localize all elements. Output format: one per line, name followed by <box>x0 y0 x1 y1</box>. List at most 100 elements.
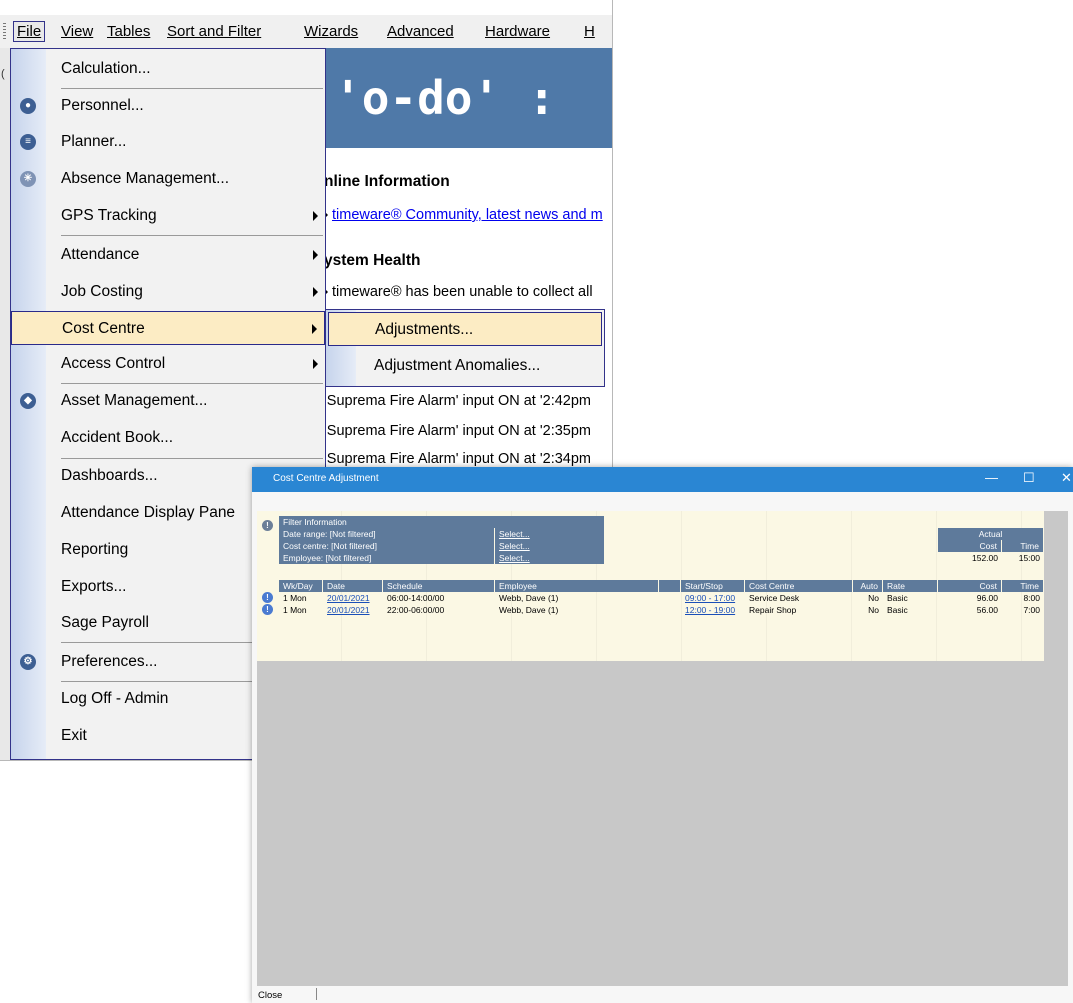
maximize-button[interactable]: ☐ <box>1023 470 1035 486</box>
column-header-employee[interactable]: Employee <box>495 580 659 592</box>
column-header-cost[interactable]: Cost <box>938 580 1002 592</box>
cost-centre-submenu: Adjustments... Adjustment Anomalies... <box>325 309 605 387</box>
cell-rate: Basic <box>887 605 908 615</box>
column-header-start-stop[interactable]: Start/Stop <box>681 580 745 592</box>
cell-employee: Webb, Dave (1) <box>499 605 559 615</box>
cell-date-link[interactable]: 20/01/2021 <box>323 592 383 604</box>
column-header-time[interactable]: Time <box>1002 580 1044 592</box>
submenu-arrow-icon <box>313 211 318 221</box>
column-header-cost-centre[interactable]: Cost Centre <box>745 580 853 592</box>
actual-cost-label: Cost <box>938 540 1002 552</box>
menu-item-attendance[interactable]: Attendance <box>11 238 325 272</box>
column-header-wkday[interactable]: Wk/Day <box>279 580 323 592</box>
menu-item-asset-management[interactable]: ◆ Asset Management... <box>11 384 325 418</box>
left-strip: ( <box>0 48 10 760</box>
filter-heading: Filter Information <box>279 516 605 528</box>
close-button[interactable]: Close <box>258 990 282 1001</box>
submenu-arrow-icon <box>313 359 318 369</box>
column-header-auto[interactable]: Auto <box>853 580 883 592</box>
menu-sort-and-filter[interactable]: Sort and Filter <box>163 21 265 42</box>
column-header-blank <box>659 580 681 592</box>
report-area: ! Filter Information Date range: [Not fi… <box>257 511 1068 986</box>
banner: 'o-do' : <box>324 48 612 148</box>
cell-cost: 56.00 <box>976 605 998 615</box>
cost-centre-adjustment-dialog: Cost Centre Adjustment — ☐ ✕ ! Filter In… <box>252 467 1073 1003</box>
person-icon: ● <box>20 98 36 114</box>
cell-cost-centre: Service Desk <box>749 593 800 603</box>
cell-cost: 96.00 <box>976 593 998 603</box>
menu-view[interactable]: View <box>57 21 97 42</box>
dialog-footer: Close <box>252 986 1073 1003</box>
cell-time: 7:00 <box>1023 605 1040 615</box>
menu-item-cost-centre[interactable]: Cost Centre <box>11 311 325 345</box>
menu-item-job-costing[interactable]: Job Costing <box>11 275 325 309</box>
absence-icon: ✳ <box>20 171 36 187</box>
left-strip-text: ( <box>1 68 5 80</box>
column-header-date[interactable]: Date <box>323 580 383 592</box>
info-icon: ! <box>262 520 273 531</box>
menu-item-gps-tracking[interactable]: GPS Tracking <box>11 199 325 233</box>
health-message: timeware® has been unable to collect all <box>324 284 612 300</box>
actual-heading: Actual <box>938 528 1044 540</box>
menu-item-accident-book[interactable]: Accident Book... <box>11 421 325 455</box>
alarm-message: 'Suprema Fire Alarm' input ON at '2:42pm <box>324 393 591 409</box>
cell-wkday: 1 Mon <box>283 605 307 615</box>
menu-wizards[interactable]: Wizards <box>300 21 362 42</box>
select-employee-link[interactable]: Select... <box>495 552 605 564</box>
row-info-icon[interactable]: ! <box>262 592 273 603</box>
banner-text: 'o-do' : <box>334 71 556 125</box>
community-link[interactable]: timeware® Community, latest news and m <box>324 207 612 223</box>
menu-hardware[interactable]: Hardware <box>481 21 554 42</box>
cell-auto: No <box>868 593 879 603</box>
asset-icon: ◆ <box>20 393 36 409</box>
cell-start-stop-link[interactable]: 09:00 - 17:00 <box>681 592 745 604</box>
cell-schedule: 22:00-06:00/00 <box>387 605 445 615</box>
cell-cost-centre: Repair Shop <box>749 605 797 615</box>
cell-auto: No <box>868 605 879 615</box>
menu-separator <box>61 235 323 236</box>
toolbar-grip[interactable] <box>3 23 6 41</box>
minimize-button[interactable]: — <box>985 470 998 485</box>
cell-start-stop-link[interactable]: 12:00 - 19:00 <box>681 604 745 616</box>
cell-date-link[interactable]: 20/01/2021 <box>323 604 383 616</box>
cell-employee: Webb, Dave (1) <box>499 593 559 603</box>
filter-employee: Employee: [Not filtered] <box>279 552 495 564</box>
menu-advanced[interactable]: Advanced <box>383 21 458 42</box>
submenu-arrow-icon <box>313 250 318 260</box>
submenu-item-adjustments[interactable]: Adjustments... <box>328 312 602 346</box>
menu-item-personnel[interactable]: ● Personnel... <box>11 89 325 123</box>
select-cost-centre-link[interactable]: Select... <box>495 540 605 552</box>
gear-icon: ⚙ <box>20 654 36 670</box>
menu-tables[interactable]: Tables <box>103 21 154 42</box>
dialog-title: Cost Centre Adjustment <box>273 473 379 484</box>
report-sheet: ! Filter Information Date range: [Not fi… <box>257 511 1044 661</box>
system-health-heading: ystem Health <box>324 252 421 269</box>
menu-file[interactable]: File <box>13 21 46 42</box>
submenu-arrow-icon <box>312 324 317 334</box>
cell-schedule: 06:00-14:00/00 <box>387 593 445 603</box>
dialog-titlebar[interactable]: Cost Centre Adjustment — ☐ ✕ <box>252 467 1073 492</box>
column-header-rate[interactable]: Rate <box>883 580 938 592</box>
alarm-message: 'Suprema Fire Alarm' input ON at '2:34pm <box>324 451 591 467</box>
menu-item-planner[interactable]: ≡ Planner... <box>11 125 325 159</box>
filter-cost-centre: Cost centre: [Not filtered] <box>279 540 495 552</box>
menu-bar: File View Tables Sort and Filter Wizards… <box>0 15 612 49</box>
select-date-range-link[interactable]: Select... <box>495 528 605 540</box>
menu-item-calculation[interactable]: Calculation... <box>11 52 325 86</box>
planner-icon: ≡ <box>20 134 36 150</box>
cell-wkday: 1 Mon <box>283 593 307 603</box>
menu-item-absence-management[interactable]: ✳ Absence Management... <box>11 162 325 196</box>
menu-item-access-control[interactable]: Access Control <box>11 347 325 381</box>
actual-time-value: 15:00 <box>1018 553 1040 563</box>
close-window-button[interactable]: ✕ <box>1061 470 1072 486</box>
online-information-heading: nline Information <box>324 173 450 190</box>
cell-time: 8:00 <box>1023 593 1040 603</box>
submenu-item-adjustment-anomalies[interactable]: Adjustment Anomalies... <box>328 349 602 383</box>
actual-time-label: Time <box>1002 540 1044 552</box>
footer-divider <box>316 988 317 1000</box>
menu-help[interactable]: H <box>580 21 599 42</box>
submenu-arrow-icon <box>313 287 318 297</box>
row-info-icon[interactable]: ! <box>262 604 273 615</box>
column-header-schedule[interactable]: Schedule <box>383 580 495 592</box>
filter-date-range: Date range: [Not filtered] <box>279 528 495 540</box>
